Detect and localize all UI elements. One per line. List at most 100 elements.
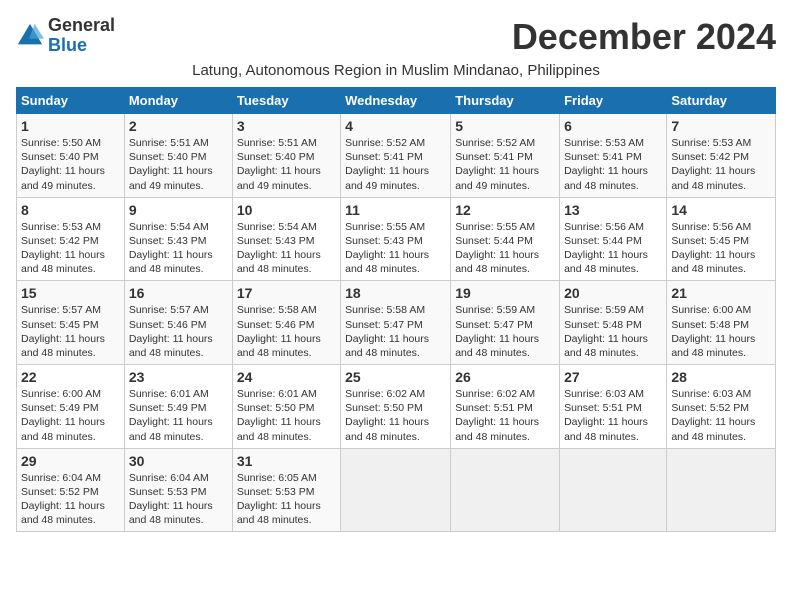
calendar-cell [667, 448, 776, 532]
logo-general: General [48, 16, 115, 36]
logo-text: General Blue [48, 16, 115, 56]
week-row-5: 29 Sunrise: 6:04 AMSunset: 5:52 PMDaylig… [17, 448, 776, 532]
calendar-cell: 11 Sunrise: 5:55 AMSunset: 5:43 PMDaylig… [341, 197, 451, 281]
day-info: Sunrise: 5:52 AMSunset: 5:41 PMDaylight:… [455, 137, 539, 192]
day-info: Sunrise: 6:03 AMSunset: 5:51 PMDaylight:… [564, 388, 648, 443]
calendar-cell: 2 Sunrise: 5:51 AMSunset: 5:40 PMDayligh… [124, 114, 232, 198]
day-number: 27 [564, 369, 662, 385]
day-number: 13 [564, 202, 662, 218]
day-info: Sunrise: 5:51 AMSunset: 5:40 PMDaylight:… [237, 137, 321, 192]
calendar-cell: 24 Sunrise: 6:01 AMSunset: 5:50 PMDaylig… [232, 365, 340, 449]
day-info: Sunrise: 5:58 AMSunset: 5:47 PMDaylight:… [345, 304, 429, 359]
day-info: Sunrise: 5:54 AMSunset: 5:43 PMDaylight:… [237, 221, 321, 276]
day-info: Sunrise: 5:53 AMSunset: 5:41 PMDaylight:… [564, 137, 648, 192]
calendar-cell: 26 Sunrise: 6:02 AMSunset: 5:51 PMDaylig… [451, 365, 560, 449]
calendar-cell: 3 Sunrise: 5:51 AMSunset: 5:40 PMDayligh… [232, 114, 340, 198]
day-number: 29 [21, 453, 120, 469]
calendar-cell: 7 Sunrise: 5:53 AMSunset: 5:42 PMDayligh… [667, 114, 776, 198]
calendar-cell: 27 Sunrise: 6:03 AMSunset: 5:51 PMDaylig… [560, 365, 667, 449]
logo-blue: Blue [48, 36, 115, 56]
calendar-cell: 12 Sunrise: 5:55 AMSunset: 5:44 PMDaylig… [451, 197, 560, 281]
day-number: 20 [564, 285, 662, 301]
month-title: December 2024 [512, 16, 776, 58]
calendar-cell [560, 448, 667, 532]
day-number: 26 [455, 369, 555, 385]
calendar-cell: 8 Sunrise: 5:53 AMSunset: 5:42 PMDayligh… [17, 197, 125, 281]
subtitle: Latung, Autonomous Region in Muslim Mind… [16, 62, 776, 79]
calendar-cell: 21 Sunrise: 6:00 AMSunset: 5:48 PMDaylig… [667, 281, 776, 365]
week-row-3: 15 Sunrise: 5:57 AMSunset: 5:45 PMDaylig… [17, 281, 776, 365]
calendar-cell: 30 Sunrise: 6:04 AMSunset: 5:53 PMDaylig… [124, 448, 232, 532]
day-number: 23 [129, 369, 228, 385]
day-number: 12 [455, 202, 555, 218]
day-info: Sunrise: 5:52 AMSunset: 5:41 PMDaylight:… [345, 137, 429, 192]
logo: General Blue [16, 16, 115, 56]
calendar-cell: 19 Sunrise: 5:59 AMSunset: 5:47 PMDaylig… [451, 281, 560, 365]
day-info: Sunrise: 5:55 AMSunset: 5:44 PMDaylight:… [455, 221, 539, 276]
day-number: 14 [671, 202, 771, 218]
day-number: 5 [455, 118, 555, 134]
calendar-cell: 23 Sunrise: 6:01 AMSunset: 5:49 PMDaylig… [124, 365, 232, 449]
day-number: 3 [237, 118, 336, 134]
calendar-cell: 6 Sunrise: 5:53 AMSunset: 5:41 PMDayligh… [560, 114, 667, 198]
calendar-cell: 5 Sunrise: 5:52 AMSunset: 5:41 PMDayligh… [451, 114, 560, 198]
calendar-cell: 1 Sunrise: 5:50 AMSunset: 5:40 PMDayligh… [17, 114, 125, 198]
day-number: 17 [237, 285, 336, 301]
column-header-monday: Monday [124, 88, 232, 114]
day-number: 19 [455, 285, 555, 301]
day-number: 24 [237, 369, 336, 385]
day-number: 2 [129, 118, 228, 134]
day-info: Sunrise: 5:53 AMSunset: 5:42 PMDaylight:… [21, 221, 105, 276]
calendar-cell: 18 Sunrise: 5:58 AMSunset: 5:47 PMDaylig… [341, 281, 451, 365]
calendar-cell: 13 Sunrise: 5:56 AMSunset: 5:44 PMDaylig… [560, 197, 667, 281]
day-number: 1 [21, 118, 120, 134]
day-info: Sunrise: 6:03 AMSunset: 5:52 PMDaylight:… [671, 388, 755, 443]
day-number: 16 [129, 285, 228, 301]
day-number: 30 [129, 453, 228, 469]
day-number: 28 [671, 369, 771, 385]
day-info: Sunrise: 6:02 AMSunset: 5:51 PMDaylight:… [455, 388, 539, 443]
calendar-cell: 28 Sunrise: 6:03 AMSunset: 5:52 PMDaylig… [667, 365, 776, 449]
column-header-thursday: Thursday [451, 88, 560, 114]
day-number: 9 [129, 202, 228, 218]
calendar-cell: 15 Sunrise: 5:57 AMSunset: 5:45 PMDaylig… [17, 281, 125, 365]
day-info: Sunrise: 5:55 AMSunset: 5:43 PMDaylight:… [345, 221, 429, 276]
header-row: SundayMondayTuesdayWednesdayThursdayFrid… [17, 88, 776, 114]
day-info: Sunrise: 6:04 AMSunset: 5:53 PMDaylight:… [129, 472, 213, 527]
day-info: Sunrise: 5:51 AMSunset: 5:40 PMDaylight:… [129, 137, 213, 192]
day-info: Sunrise: 5:57 AMSunset: 5:46 PMDaylight:… [129, 304, 213, 359]
calendar-cell: 4 Sunrise: 5:52 AMSunset: 5:41 PMDayligh… [341, 114, 451, 198]
day-number: 10 [237, 202, 336, 218]
calendar-cell: 31 Sunrise: 6:05 AMSunset: 5:53 PMDaylig… [232, 448, 340, 532]
week-row-2: 8 Sunrise: 5:53 AMSunset: 5:42 PMDayligh… [17, 197, 776, 281]
calendar-cell: 10 Sunrise: 5:54 AMSunset: 5:43 PMDaylig… [232, 197, 340, 281]
calendar-cell: 17 Sunrise: 5:58 AMSunset: 5:46 PMDaylig… [232, 281, 340, 365]
calendar-cell: 16 Sunrise: 5:57 AMSunset: 5:46 PMDaylig… [124, 281, 232, 365]
day-info: Sunrise: 6:01 AMSunset: 5:50 PMDaylight:… [237, 388, 321, 443]
calendar-cell: 20 Sunrise: 5:59 AMSunset: 5:48 PMDaylig… [560, 281, 667, 365]
column-header-wednesday: Wednesday [341, 88, 451, 114]
day-info: Sunrise: 5:59 AMSunset: 5:48 PMDaylight:… [564, 304, 648, 359]
column-header-tuesday: Tuesday [232, 88, 340, 114]
day-info: Sunrise: 5:54 AMSunset: 5:43 PMDaylight:… [129, 221, 213, 276]
column-header-friday: Friday [560, 88, 667, 114]
week-row-4: 22 Sunrise: 6:00 AMSunset: 5:49 PMDaylig… [17, 365, 776, 449]
day-number: 4 [345, 118, 446, 134]
calendar-cell [341, 448, 451, 532]
week-row-1: 1 Sunrise: 5:50 AMSunset: 5:40 PMDayligh… [17, 114, 776, 198]
day-info: Sunrise: 6:01 AMSunset: 5:49 PMDaylight:… [129, 388, 213, 443]
day-info: Sunrise: 6:02 AMSunset: 5:50 PMDaylight:… [345, 388, 429, 443]
day-number: 31 [237, 453, 336, 469]
day-info: Sunrise: 5:58 AMSunset: 5:46 PMDaylight:… [237, 304, 321, 359]
day-number: 22 [21, 369, 120, 385]
day-number: 6 [564, 118, 662, 134]
day-info: Sunrise: 5:59 AMSunset: 5:47 PMDaylight:… [455, 304, 539, 359]
day-number: 7 [671, 118, 771, 134]
day-number: 25 [345, 369, 446, 385]
day-info: Sunrise: 5:56 AMSunset: 5:45 PMDaylight:… [671, 221, 755, 276]
calendar-cell: 22 Sunrise: 6:00 AMSunset: 5:49 PMDaylig… [17, 365, 125, 449]
day-number: 18 [345, 285, 446, 301]
calendar-table: SundayMondayTuesdayWednesdayThursdayFrid… [16, 87, 776, 532]
day-info: Sunrise: 6:04 AMSunset: 5:52 PMDaylight:… [21, 472, 105, 527]
day-info: Sunrise: 6:00 AMSunset: 5:49 PMDaylight:… [21, 388, 105, 443]
